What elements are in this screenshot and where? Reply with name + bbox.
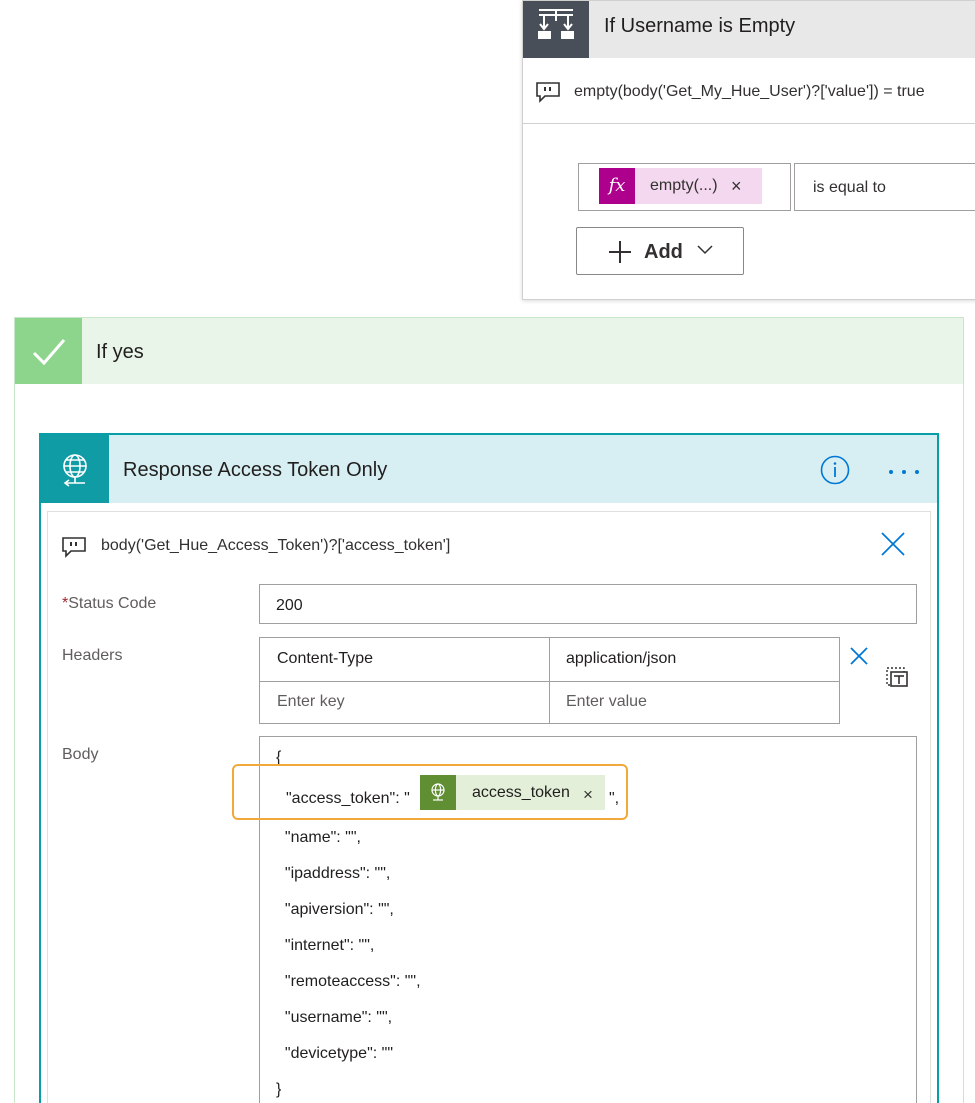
divider xyxy=(523,123,975,124)
body-label: Body xyxy=(62,746,99,763)
condition-title: If Username is Empty xyxy=(604,15,796,37)
body-line: "internet": "", xyxy=(276,937,375,954)
info-icon[interactable] xyxy=(820,455,850,485)
body-line: "remoteaccess": "", xyxy=(276,973,421,990)
function-icon: fx xyxy=(599,168,635,204)
plus-icon xyxy=(609,241,631,263)
close-icon[interactable] xyxy=(878,529,908,559)
if-yes-header[interactable]: If yes xyxy=(15,318,963,384)
header-key-field[interactable]: Content-Type xyxy=(277,650,373,668)
highlight-annotation xyxy=(232,764,628,820)
switch-to-text-mode-icon[interactable] xyxy=(885,664,909,688)
condition-card: If Username is Empty empty(body('Get_My_… xyxy=(522,0,975,300)
condition-left-operand-field[interactable]: fx empty(...) × xyxy=(578,163,791,211)
comment-icon xyxy=(62,537,86,558)
headers-table: Content-Type application/json Enter key … xyxy=(259,637,840,724)
add-condition-button[interactable]: Add xyxy=(576,227,744,275)
body-line: "ipaddress": "", xyxy=(276,865,391,882)
response-action-header[interactable]: Response Access Token Only xyxy=(41,435,937,503)
body-line: "devicetype": "" xyxy=(276,1045,393,1062)
headers-label: Headers xyxy=(62,647,123,664)
condition-expression: empty(body('Get_My_Hue_User')?['value'])… xyxy=(574,83,925,100)
divider xyxy=(260,681,839,682)
operator-dropdown[interactable]: is equal to xyxy=(794,163,975,211)
response-comment-text: body('Get_Hue_Access_Token')?['access_to… xyxy=(101,537,451,554)
status-code-value: 200 xyxy=(276,597,303,614)
body-line: "name": "", xyxy=(276,829,361,846)
if-yes-label: If yes xyxy=(96,341,144,363)
response-globe-icon xyxy=(41,435,109,503)
status-code-label: *Status Code xyxy=(62,595,157,612)
status-code-field[interactable]: 200 xyxy=(259,584,917,624)
add-button-label: Add xyxy=(644,241,683,263)
header-value-input[interactable]: Enter value xyxy=(566,693,647,711)
response-action-title: Response Access Token Only xyxy=(123,459,388,481)
chevron-down-icon xyxy=(697,245,713,255)
comment-icon xyxy=(536,82,560,103)
header-value-field[interactable]: application/json xyxy=(566,650,676,668)
condition-header[interactable]: If Username is Empty xyxy=(523,1,975,58)
body-line: "username": "", xyxy=(276,1009,393,1026)
more-options-icon[interactable] xyxy=(886,455,922,485)
condition-icon xyxy=(523,1,589,58)
header-key-input[interactable]: Enter key xyxy=(277,693,345,711)
expression-token[interactable]: fx empty(...) × xyxy=(599,168,762,204)
expression-token-label: empty(...) xyxy=(650,177,718,194)
remove-header-icon[interactable] xyxy=(848,645,870,667)
remove-token-icon[interactable]: × xyxy=(731,176,742,197)
operator-selected-value: is equal to xyxy=(813,179,886,196)
checkmark-icon xyxy=(15,318,82,384)
body-line: "apiversion": "", xyxy=(276,901,394,918)
body-line: } xyxy=(276,1081,282,1098)
